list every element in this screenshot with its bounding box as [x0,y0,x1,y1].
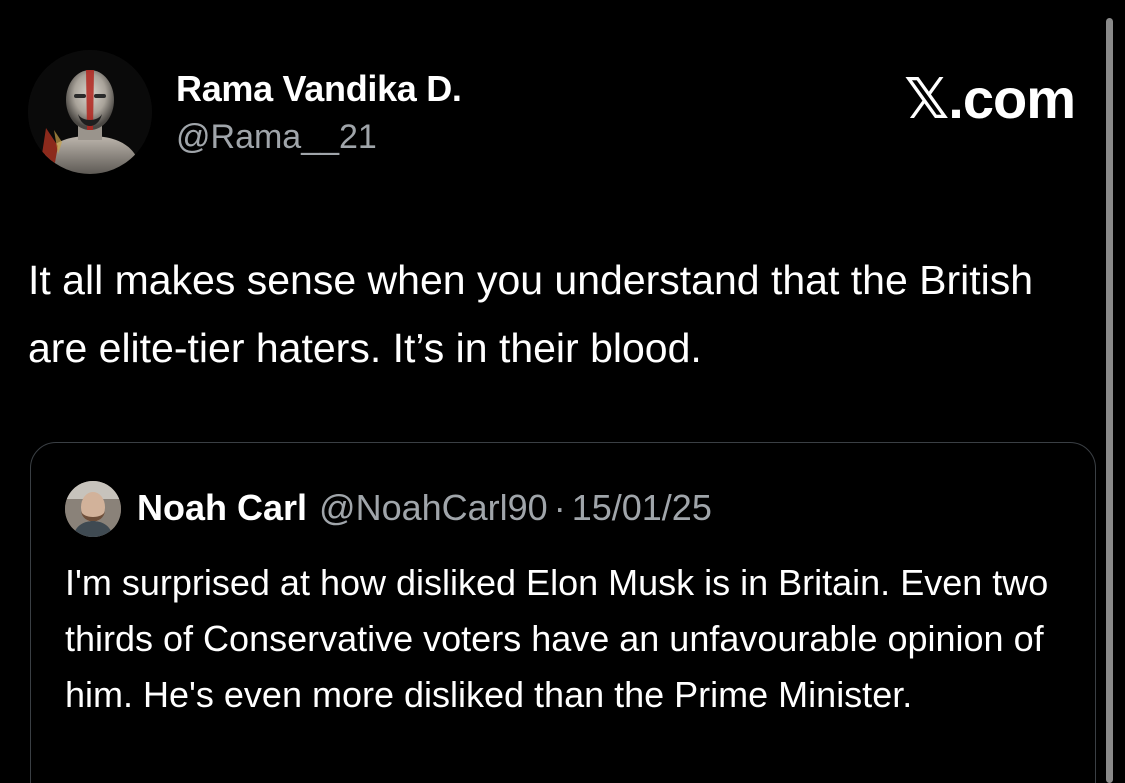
quoted-tweet-card[interactable]: Noah Carl @NoahCarl90 · 15/01/25 I'm surpri… [30,442,1096,783]
tweet-text: It all makes sense when you understand t… [28,257,1034,371]
x-com-logo: 𝕏.com [904,67,1076,130]
quoted-author-handle[interactable]: @NoahCarl90 [319,487,548,528]
quoted-tweet-date[interactable]: 15/01/25 [572,487,712,528]
author-avatar[interactable] [28,50,152,174]
author-handle[interactable]: @Rama__21 [176,118,377,157]
author-display-name[interactable]: Rama Vandika D. [176,68,462,110]
quoted-author-avatar[interactable] [65,481,121,537]
quoted-tweet-header: Noah Carl @NoahCarl90 · 15/01/25 [137,487,712,529]
person-avatar-icon [65,481,121,537]
warrior-avatar-icon [28,50,152,174]
quoted-author-name[interactable]: Noah Carl [137,487,307,528]
quoted-tweet-text: I'm surprised at how disliked Elon Musk … [65,562,1049,715]
scrollbar[interactable] [1106,18,1113,783]
tweet-screenshot: Rama Vandika D. @Rama__21 𝕏.com It all m… [0,0,1125,783]
separator-dot: · [553,487,566,528]
